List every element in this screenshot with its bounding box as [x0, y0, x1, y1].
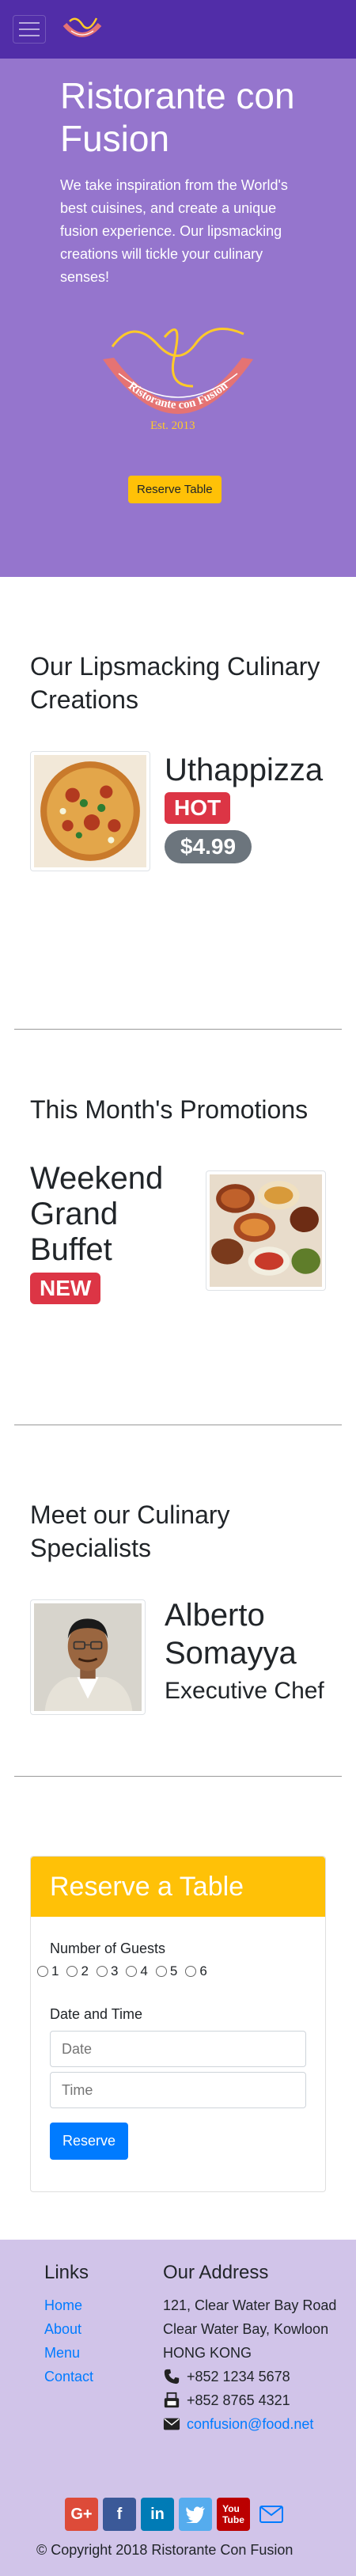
footer-address: Our Address 121, Clear Water Bay Road Cl… — [163, 2262, 345, 2436]
leader-section: Meet our Culinary Specialists Alberto So… — [0, 1425, 356, 1776]
guests-option[interactable]: 5 — [155, 1963, 178, 1979]
guests-label: Number of Guests — [50, 1941, 166, 1956]
hot-badge: HOT — [165, 792, 231, 824]
reserve-form: Number of Guests 1 2 3 4 5 6 Date and Time Re… — [31, 1917, 325, 2191]
guests-option-label: 4 — [140, 1963, 148, 1978]
fax-number: +852 8765 4321 — [187, 2392, 290, 2408]
leader-designation: Executive Chef — [165, 1678, 324, 1704]
leader-media: Alberto Somayya Executive Chef — [30, 1596, 326, 1715]
address-block: 121, Clear Water Bay Road Clear Water Ba… — [163, 2293, 345, 2436]
email-line: confusion@food.net — [163, 2412, 345, 2436]
address-heading: Our Address — [163, 2262, 269, 2283]
pizza-image — [34, 755, 146, 867]
brand-logo-icon[interactable] — [60, 13, 104, 45]
promotion-body: Weekend Grand Buffet NEW — [30, 1161, 180, 1304]
phone-number: +852 1234 5678 — [187, 2369, 290, 2384]
footer-link-home[interactable]: Home — [44, 2293, 93, 2317]
radio-circle-icon[interactable] — [66, 1966, 78, 1977]
footer-link-list: Home About Menu Contact — [44, 2293, 93, 2388]
promotion-name: Weekend Grand Buffet — [30, 1161, 164, 1267]
address-line: 121, Clear Water Bay Road — [163, 2297, 337, 2313]
reserve-table-button[interactable]: Reserve Table — [128, 476, 222, 503]
dish-section: Our Lipsmacking Culinary Creations Uthap… — [0, 577, 356, 1029]
mail-icon[interactable] — [255, 2498, 288, 2531]
phone-icon — [164, 2369, 180, 2384]
linkedin-icon[interactable]: in — [141, 2498, 174, 2531]
dish-section-heading: Our Lipsmacking Culinary Creations — [30, 652, 320, 714]
guests-option-label: 5 — [169, 1963, 178, 1978]
datetime-label: Date and Time — [50, 2006, 143, 2022]
dish-name: Uthappizza — [165, 753, 324, 787]
navbar — [0, 0, 356, 59]
promotion-image[interactable] — [206, 1170, 326, 1291]
restaurant-logo: Ristorante con Fusion Est. 2013 — [103, 328, 253, 432]
guests-option-label: 1 — [51, 1963, 59, 1978]
reserve-section: Reserve a Table Number of Guests 1 2 3 4 5 6 … — [0, 1777, 356, 2192]
time-input[interactable] — [50, 2072, 306, 2108]
guests-option[interactable]: 1 — [37, 1963, 59, 1979]
promotion-section-heading: This Month's Promotions — [30, 1095, 309, 1124]
guests-option[interactable]: 2 — [66, 1963, 89, 1979]
envelope-icon — [163, 2418, 180, 2430]
leader-image[interactable] — [30, 1599, 146, 1715]
phone-line: +852 1234 5678 — [163, 2365, 345, 2388]
twitter-icon[interactable] — [179, 2498, 212, 2531]
radio-circle-icon[interactable] — [37, 1966, 48, 1977]
leader-name: Alberto Somayya — [165, 1598, 297, 1671]
reserve-card: Reserve a Table Number of Guests 1 2 3 4 5 6 … — [30, 1856, 326, 2192]
address-line: Clear Water Bay, Kowloon — [163, 2321, 329, 2337]
chef-photo — [34, 1603, 142, 1711]
guests-option-label: 3 — [110, 1963, 119, 1978]
footer-link-contact[interactable]: Contact — [44, 2365, 93, 2388]
hamburger-line — [19, 35, 40, 36]
dish-media: Uthappizza HOT $4.99 — [30, 751, 326, 871]
footer-links: Links Home About Menu Contact — [44, 2262, 93, 2388]
hamburger-line — [19, 22, 40, 24]
footer-link-about[interactable]: About — [44, 2317, 93, 2341]
hero-title: Ristorante con Fusion — [60, 75, 295, 159]
leader-section-heading: Meet our Culinary Specialists — [30, 1500, 230, 1562]
leader-body: Alberto Somayya Executive Chef — [165, 1596, 326, 1707]
email-link[interactable]: confusion@food.net — [187, 2412, 313, 2436]
address-line: HONG KONG — [163, 2345, 252, 2361]
price-badge: $4.99 — [165, 830, 252, 863]
fax-icon — [164, 2392, 180, 2408]
facebook-icon[interactable]: f — [103, 2498, 136, 2531]
reserve-submit-button[interactable]: Reserve — [50, 2123, 129, 2160]
google-plus-icon[interactable]: G+ — [65, 2498, 98, 2531]
guests-option-label: 2 — [81, 1963, 89, 1978]
svg-text:Ristorante con Fusion: Ristorante con Fusion — [126, 379, 231, 412]
promotion-section: This Month's Promotions Weekend Grand Bu… — [0, 1030, 356, 1425]
footer-link-menu[interactable]: Menu — [44, 2341, 93, 2365]
dish-image[interactable] — [30, 751, 150, 871]
new-badge: NEW — [30, 1273, 101, 1304]
guests-option[interactable]: 6 — [185, 1963, 207, 1979]
date-input[interactable] — [50, 2031, 306, 2067]
radio-circle-icon[interactable] — [126, 1966, 138, 1977]
hero-jumbotron: Ristorante con Fusion We take inspiratio… — [0, 59, 356, 577]
hamburger-line — [19, 28, 40, 30]
guests-option-label: 6 — [199, 1963, 207, 1978]
dish-body: Uthappizza HOT $4.99 — [165, 751, 323, 863]
guests-option[interactable]: 4 — [126, 1963, 148, 1979]
guests-radio-group: 1 2 3 4 5 6 — [37, 1963, 306, 1979]
social-links: G+ f in You Tube — [65, 2498, 288, 2531]
links-heading: Links — [44, 2262, 89, 2283]
buffet-image — [210, 1174, 322, 1287]
menu-toggle-button[interactable] — [13, 15, 46, 44]
radio-circle-icon[interactable] — [155, 1966, 167, 1977]
svg-text:Est. 2013: Est. 2013 — [150, 419, 195, 432]
footer: Links Home About Menu Contact Our Address 1… — [0, 2240, 356, 2576]
guests-option[interactable]: 3 — [96, 1963, 119, 1979]
radio-circle-icon[interactable] — [96, 1966, 108, 1977]
promotion-media: Weekend Grand Buffet NEW — [30, 1161, 326, 1304]
radio-circle-icon[interactable] — [185, 1966, 197, 1977]
hero-lead: We take inspiration from the World's bes… — [60, 177, 288, 285]
reserve-card-header: Reserve a Table — [31, 1857, 325, 1917]
copyright-text: © Copyright 2018 Ristorante Con Fusion — [36, 2542, 294, 2558]
youtube-icon[interactable]: You Tube — [217, 2498, 250, 2531]
fax-line: +852 8765 4321 — [163, 2388, 345, 2412]
